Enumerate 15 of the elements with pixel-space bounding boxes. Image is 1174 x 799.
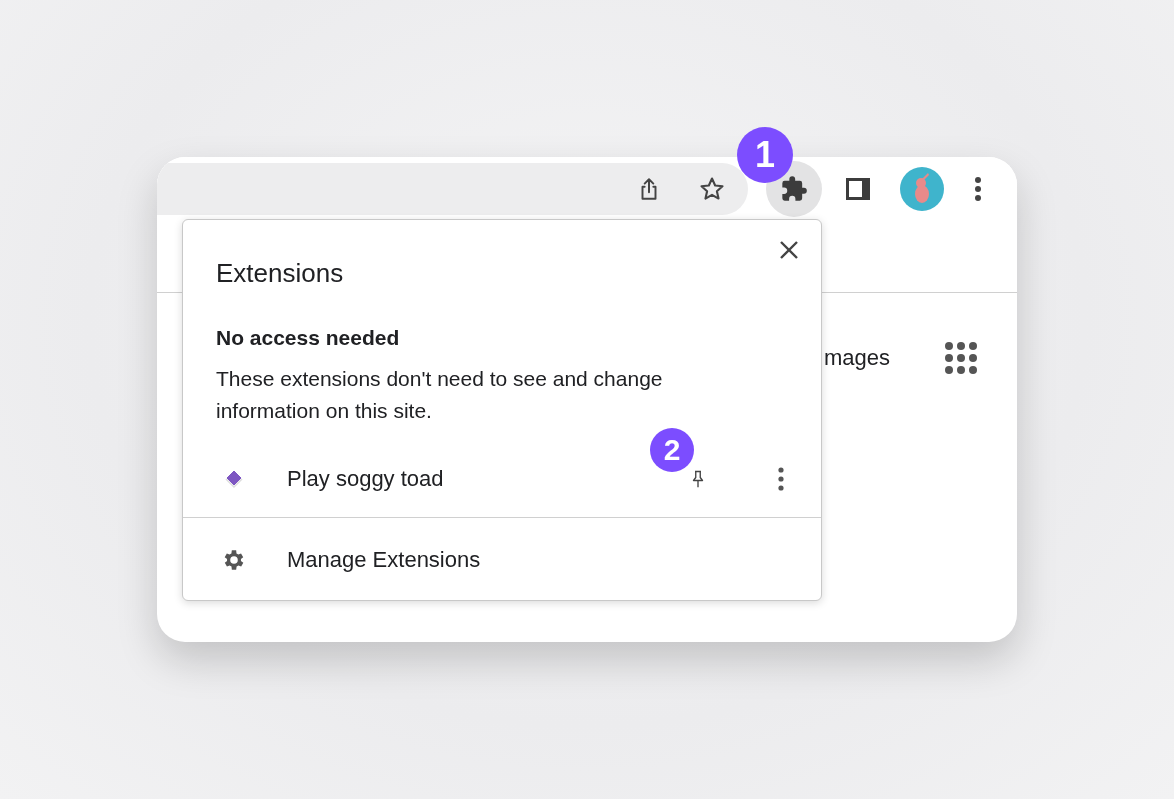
manage-extensions-item[interactable]: Manage Extensions — [183, 530, 821, 590]
star-icon[interactable] — [698, 175, 726, 203]
avatar-icon[interactable] — [900, 167, 944, 211]
menu-icon[interactable] — [974, 175, 982, 203]
popup-title: Extensions — [216, 258, 344, 289]
more-options-icon[interactable] — [777, 465, 785, 493]
images-link[interactable]: mages — [823, 345, 890, 371]
extension-name[interactable]: Play soggy toad — [287, 466, 444, 492]
close-icon[interactable] — [779, 240, 799, 260]
apps-icon[interactable] — [944, 341, 978, 375]
step-number-badge: 1 — [737, 127, 793, 183]
section-description: These extensions don't need to see and change information on this site. — [216, 366, 664, 424]
side-panel-icon[interactable] — [844, 175, 872, 203]
section-heading: No access needed — [215, 326, 401, 350]
puzzle-icon — [780, 175, 808, 203]
